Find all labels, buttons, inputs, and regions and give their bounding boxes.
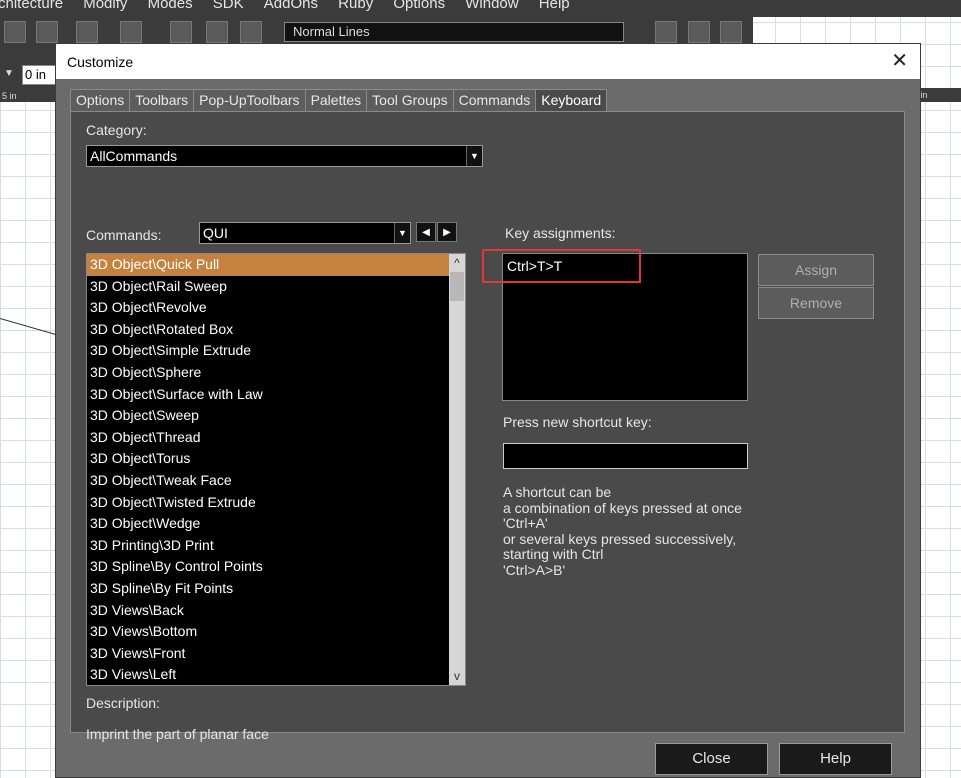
chevron-down-icon[interactable]: ▼ [394, 223, 410, 243]
commands-filter-select[interactable]: QUI ▼ [199, 222, 411, 244]
annotation-highlight-box [482, 249, 641, 283]
description-label: Description: [86, 695, 160, 711]
tab-strip: Options Toolbars Pop-UpToolbars Palettes Too… [70, 89, 608, 113]
toolbar-icon[interactable] [36, 21, 58, 43]
menu-window[interactable]: Window [465, 0, 518, 11]
description-text: Imprint the part of planar face [86, 726, 269, 742]
tab-palettes[interactable]: Palettes [304, 89, 368, 112]
tab-options[interactable]: Options [70, 89, 131, 112]
list-item[interactable]: 3D Object\Sweep [87, 405, 461, 427]
tab-popup-toolbars[interactable]: Pop-UpToolbars [193, 89, 306, 112]
line-style-select[interactable]: Normal Lines [284, 22, 624, 42]
help-line: 'Ctrl>A>B' [503, 561, 566, 578]
menu-addons[interactable]: AddOns [264, 0, 318, 11]
scroll-thumb[interactable] [450, 272, 464, 301]
drawing-line [0, 318, 56, 335]
commands-label: Commands: [86, 227, 162, 243]
list-item[interactable]: 3D Object\Revolve [87, 297, 461, 319]
menu-sdk[interactable]: SDK [213, 0, 244, 11]
toolbar-icon[interactable] [720, 21, 742, 43]
unit-field[interactable]: 0 in [22, 65, 56, 85]
commands-list[interactable]: 3D Object\Quick Pull 3D Object\Rail Swee… [86, 253, 466, 686]
tab-tool-groups[interactable]: Tool Groups [366, 89, 454, 112]
next-match-icon[interactable]: ▶ [437, 222, 457, 242]
tab-commands[interactable]: Commands [452, 89, 537, 112]
scroll-up-icon[interactable]: ^ [449, 254, 465, 272]
close-icon[interactable]: ✕ [891, 48, 908, 73]
list-item[interactable]: 3D Printing\3D Print [87, 535, 461, 557]
toolbar-icon[interactable] [76, 21, 98, 43]
list-item[interactable]: 3D Views\Back [87, 600, 461, 622]
list-item[interactable]: 3D Object\Sphere [87, 362, 461, 384]
press-new-shortcut-label: Press new shortcut key: [503, 414, 652, 430]
remove-button[interactable]: Remove [758, 287, 874, 319]
list-item[interactable]: 3D Object\Surface with Law [87, 384, 461, 406]
list-item[interactable]: 3D Views\Bottom [87, 621, 461, 643]
help-button[interactable]: Help [779, 743, 892, 775]
ruler-left: 5 in [0, 90, 56, 102]
menu-architecture[interactable]: chitecture [0, 0, 63, 11]
list-item[interactable]: 3D Object\Twisted Extrude [87, 492, 461, 514]
category-value: AllCommands [90, 148, 178, 164]
chevron-down-icon[interactable]: ▼ [466, 146, 482, 166]
toolbar-icon[interactable] [120, 21, 142, 43]
list-item[interactable]: 3D Object\Torus [87, 448, 461, 470]
list-item[interactable]: 3D Object\Quick Pull [87, 254, 461, 276]
menu-help[interactable]: Help [539, 0, 570, 11]
list-item[interactable]: 3D Views\Left [87, 664, 461, 685]
shortcut-help-text: A shortcut can be a combination of keys … [503, 484, 742, 578]
list-item[interactable]: 3D Object\Thread [87, 427, 461, 449]
close-button[interactable]: Close [655, 743, 768, 775]
assign-button[interactable]: Assign [758, 254, 874, 286]
scroll-down-icon[interactable]: v [449, 667, 465, 685]
help-line: starting with Ctrl [503, 546, 604, 562]
commands-scrollbar[interactable]: ^ v [449, 254, 465, 685]
dialog-title: Customize [67, 54, 134, 70]
dialog-titlebar: Customize ✕ [56, 44, 920, 79]
help-line: A shortcut can be [503, 484, 612, 500]
dropdown-arrow-icon[interactable]: ▼ [4, 68, 14, 79]
toolbar-icon[interactable] [240, 21, 262, 43]
menu-modify[interactable]: Modify [83, 0, 127, 11]
menu-options[interactable]: Options [393, 0, 445, 11]
list-item[interactable]: 3D Object\Rotated Box [87, 319, 461, 341]
list-item[interactable]: 3D Views\Front [87, 643, 461, 665]
commands-filter-value: QUI [203, 225, 228, 241]
toolbar-icon[interactable] [655, 21, 677, 43]
help-line: a combination of keys pressed at once [503, 499, 742, 516]
toolbar-icon[interactable] [4, 21, 26, 43]
key-assignments-label: Key assignments: [505, 225, 616, 241]
customize-dialog: Customize ✕ Options Toolbars Pop-UpToolbar… [55, 43, 921, 778]
category-label: Category: [86, 122, 147, 138]
app-menubar: chitecture Modify Modes SDK AddOns Ruby … [0, 0, 961, 17]
list-item[interactable]: 3D Spline\By Control Points [87, 556, 461, 578]
toolbar-icon[interactable] [688, 21, 710, 43]
keyboard-panel: Category: AllCommands ▼ Commands: QUI ▼ … [70, 111, 905, 742]
help-line: or several keys pressed successively, [503, 530, 737, 547]
list-item[interactable]: 3D Object\Simple Extrude [87, 340, 461, 362]
category-select[interactable]: AllCommands ▼ [86, 145, 483, 167]
toolbar-icon[interactable] [206, 21, 228, 43]
menu-modes[interactable]: Modes [148, 0, 193, 11]
new-shortcut-input[interactable] [503, 443, 748, 469]
tab-keyboard[interactable]: Keyboard [535, 89, 608, 113]
list-item[interactable]: 3D Object\Tweak Face [87, 470, 461, 492]
prev-match-icon[interactable]: ◀ [416, 222, 436, 242]
list-item[interactable]: 3D Spline\By Fit Points [87, 578, 461, 600]
list-item[interactable]: 3D Object\Wedge [87, 513, 461, 535]
list-item[interactable]: 3D Object\Rail Sweep [87, 276, 461, 298]
help-line: 'Ctrl+A' [503, 515, 548, 531]
menu-ruby[interactable]: Ruby [338, 0, 373, 11]
toolbar-icon[interactable] [170, 21, 192, 43]
tab-toolbars[interactable]: Toolbars [129, 89, 195, 112]
